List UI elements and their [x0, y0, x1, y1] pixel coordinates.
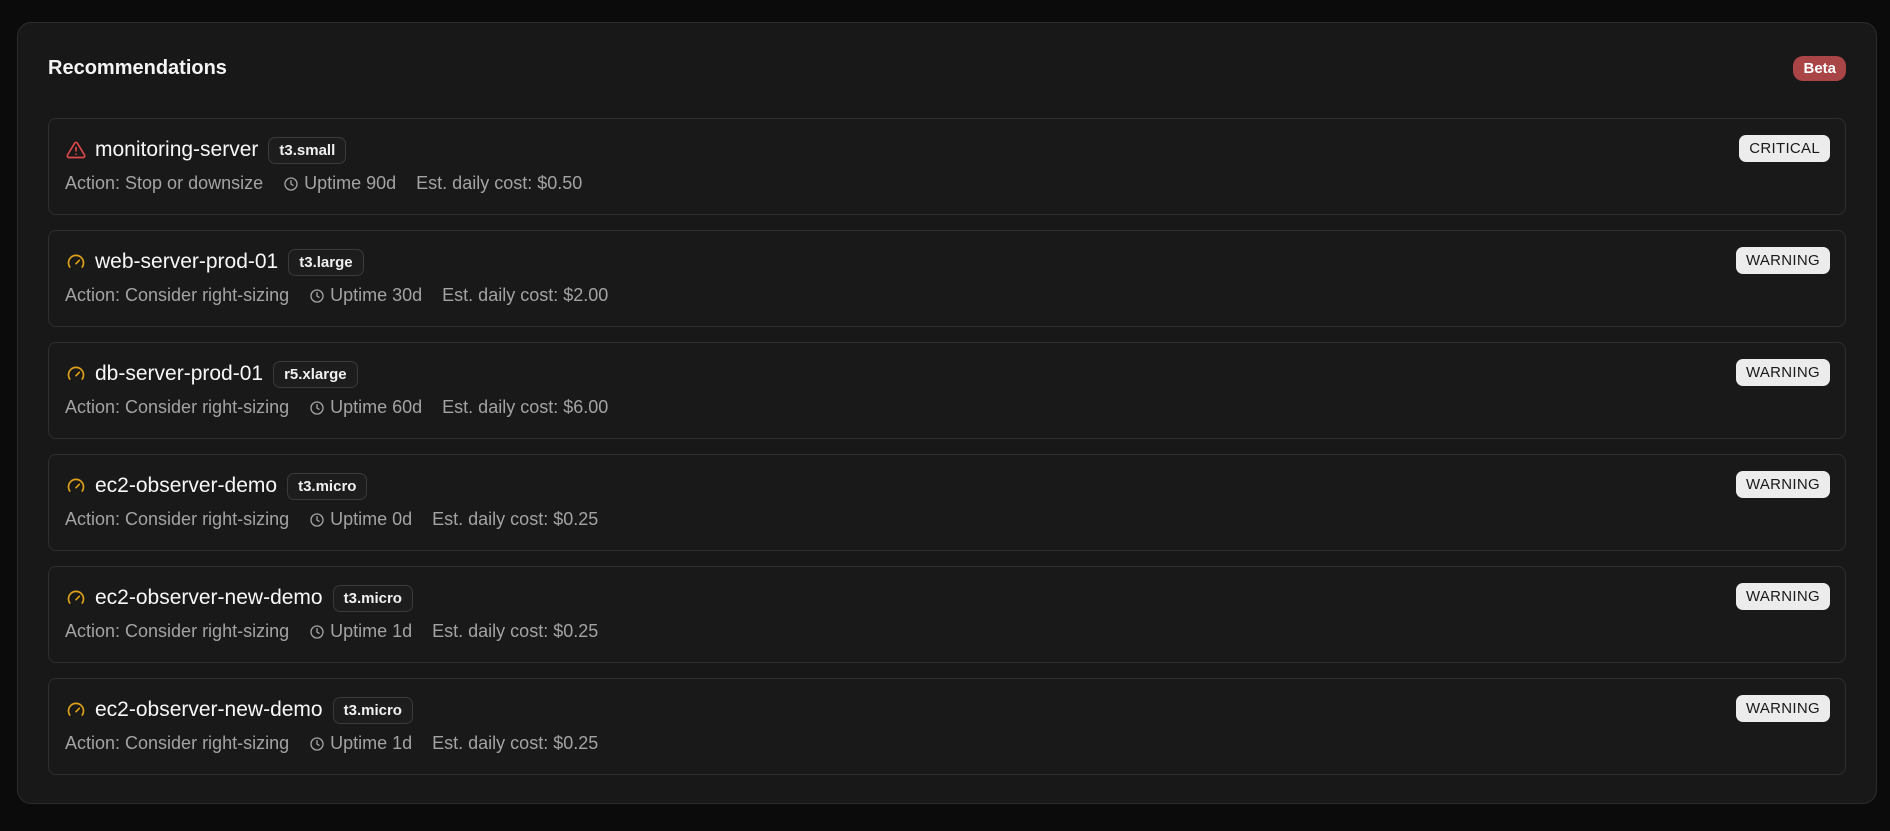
cost-text: Est. daily cost: $0.50: [416, 173, 583, 193]
uptime-text: Uptime 90d: [304, 173, 397, 193]
clock-icon: [283, 176, 299, 192]
recommendation-card[interactable]: ec2-observer-new-demo t3.micro WARNING A…: [48, 566, 1846, 663]
instance-type-chip: t3.small: [268, 136, 347, 164]
instance-type-chip: t3.micro: [287, 472, 368, 500]
instance-name: ec2-observer-new-demo: [95, 586, 323, 609]
instance-name: web-server-prod-01: [95, 250, 279, 273]
action-text: Action: Stop or downsize: [65, 173, 264, 193]
cost-text: Est. daily cost: $0.25: [432, 509, 599, 529]
severity-badge: CRITICAL: [1739, 135, 1830, 162]
recommendation-card[interactable]: web-server-prod-01 t3.large WARNING Acti…: [48, 230, 1846, 327]
uptime-text: Uptime 60d: [330, 397, 423, 417]
gauge-icon: [65, 587, 87, 609]
uptime-text: Uptime 0d: [330, 509, 413, 529]
instance-type-chip: t3.large: [288, 248, 364, 276]
instance-type-chip: r5.xlarge: [273, 360, 358, 388]
alert-triangle-icon: [65, 139, 87, 161]
instance-name: ec2-observer-new-demo: [95, 698, 323, 721]
instance-name: monitoring-server: [95, 138, 259, 161]
gauge-icon: [65, 475, 87, 497]
severity-badge: WARNING: [1735, 583, 1830, 610]
severity-badge: WARNING: [1735, 359, 1830, 386]
cost-text: Est. daily cost: $0.25: [432, 621, 599, 641]
severity-badge: WARNING: [1735, 471, 1830, 498]
clock-icon: [309, 624, 325, 640]
clock-icon: [309, 400, 325, 416]
gauge-icon: [65, 363, 87, 385]
recommendation-card[interactable]: ec2-observer-demo t3.micro WARNING Actio…: [48, 454, 1846, 551]
action-text: Action: Consider right-sizing: [65, 733, 290, 753]
action-text: Action: Consider right-sizing: [65, 509, 290, 529]
recommendation-card[interactable]: ec2-observer-new-demo t3.micro WARNING A…: [48, 678, 1846, 775]
recommendations-panel: Recommendations Beta monitoring-server t…: [17, 22, 1877, 804]
gauge-icon: [65, 699, 87, 721]
gauge-icon: [65, 251, 87, 273]
severity-badge: WARNING: [1735, 695, 1830, 722]
cost-text: Est. daily cost: $0.25: [432, 733, 599, 753]
clock-icon: [309, 736, 325, 752]
clock-icon: [309, 288, 325, 304]
severity-badge: WARNING: [1735, 247, 1830, 274]
recommendation-card[interactable]: monitoring-server t3.small CRITICAL Acti…: [48, 118, 1846, 215]
instance-name: ec2-observer-demo: [95, 474, 278, 497]
instance-type-chip: t3.micro: [332, 584, 413, 612]
panel-title: Recommendations: [48, 56, 227, 79]
beta-badge: Beta: [1793, 55, 1846, 81]
uptime-text: Uptime 1d: [330, 621, 413, 641]
action-text: Action: Consider right-sizing: [65, 621, 290, 641]
uptime-text: Uptime 30d: [330, 285, 423, 305]
recommendation-list: monitoring-server t3.small CRITICAL Acti…: [48, 118, 1846, 790]
instance-name: db-server-prod-01: [95, 362, 264, 385]
action-text: Action: Consider right-sizing: [65, 397, 290, 417]
instance-type-chip: t3.micro: [332, 696, 413, 724]
panel-header: Recommendations Beta: [48, 53, 1846, 83]
clock-icon: [309, 512, 325, 528]
cost-text: Est. daily cost: $6.00: [442, 397, 609, 417]
action-text: Action: Consider right-sizing: [65, 285, 290, 305]
uptime-text: Uptime 1d: [330, 733, 413, 753]
cost-text: Est. daily cost: $2.00: [442, 285, 609, 305]
recommendation-card[interactable]: db-server-prod-01 r5.xlarge WARNING Acti…: [48, 342, 1846, 439]
